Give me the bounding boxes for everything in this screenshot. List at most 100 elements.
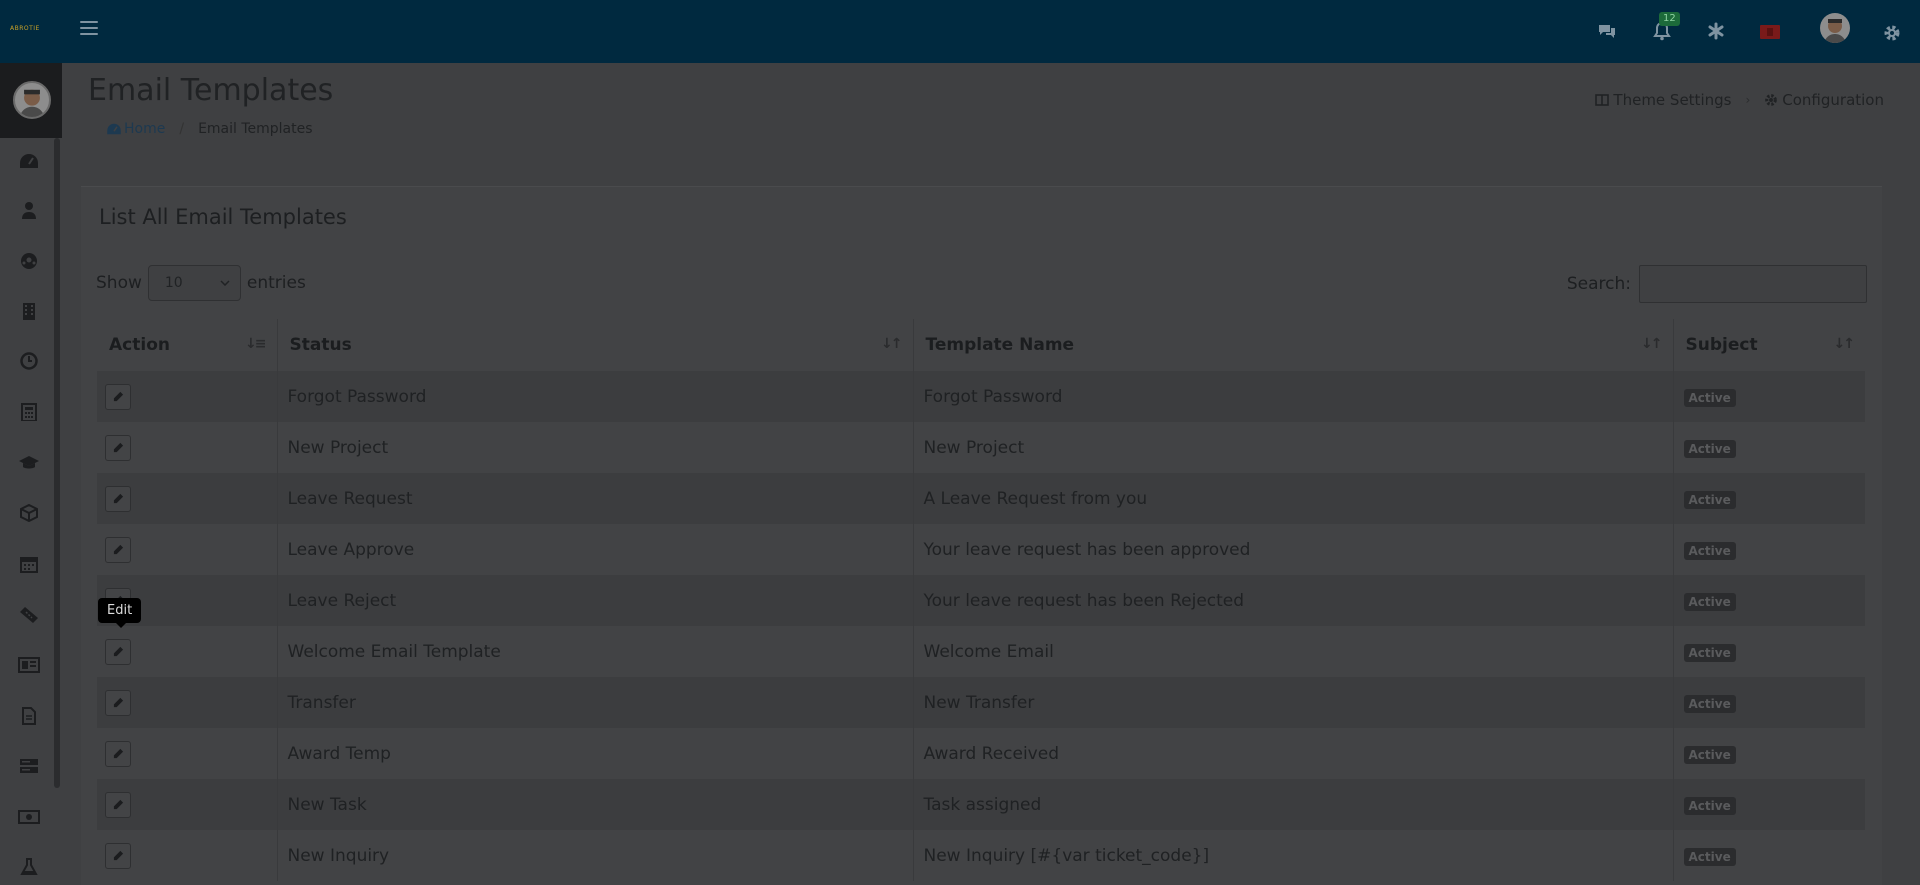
- table-row: New Project New Project Active: [97, 422, 1865, 473]
- edit-button[interactable]: [105, 740, 131, 767]
- status-badge: Active: [1683, 796, 1736, 815]
- dashboard-icon[interactable]: [17, 149, 41, 173]
- status-cell: Leave Approve: [277, 524, 914, 575]
- status-cell: New Inquiry: [277, 830, 914, 881]
- status-cell: Leave Reject: [277, 575, 914, 626]
- chevron-down-icon: [220, 280, 230, 286]
- sort-icon: ↓≡: [245, 336, 267, 352]
- sort-icon: ↓↑: [1833, 336, 1856, 352]
- sort-icon: ↓↑: [881, 336, 903, 352]
- status-cell: Leave Request: [277, 473, 914, 524]
- dashboard-icon: [107, 123, 121, 135]
- columns-icon: [1595, 94, 1610, 106]
- column-header-action[interactable]: Action ↓≡: [97, 319, 278, 371]
- subject-cell: Active: [1673, 626, 1865, 677]
- ticket-icon[interactable]: [17, 603, 41, 627]
- id-card-icon[interactable]: [17, 653, 41, 677]
- action-cell: [97, 473, 278, 524]
- page-title: Email Templates: [88, 73, 334, 108]
- table-row: Leave Approve Your leave request has been…: [97, 524, 1865, 575]
- status-badge: Active: [1683, 847, 1736, 866]
- template-name-cell: Your leave request has been approved: [913, 524, 1674, 575]
- breadcrumb: Home / Email Templates: [106, 121, 313, 137]
- edit-button[interactable]: [105, 536, 131, 563]
- calculator-icon[interactable]: [17, 400, 41, 424]
- subject-cell: Active: [1673, 575, 1865, 626]
- top-navbar: ABROTIE 12: [0, 0, 1920, 63]
- menu-toggle-button[interactable]: [80, 21, 98, 35]
- subject-cell: Active: [1673, 473, 1865, 524]
- table-row: Forgot Password Forgot Password Active: [97, 371, 1865, 422]
- status-cell: Transfer: [277, 677, 914, 728]
- box-icon[interactable]: [17, 501, 41, 525]
- pencil-icon: [113, 442, 123, 453]
- user-icon[interactable]: [17, 198, 41, 222]
- calendar-icon[interactable]: [17, 552, 41, 576]
- table-row: Welcome Email Template Welcome Email Activ…: [97, 626, 1865, 677]
- flask-icon[interactable]: [17, 855, 41, 879]
- template-name-cell: Forgot Password: [913, 371, 1674, 422]
- edit-button[interactable]: [105, 485, 131, 512]
- edit-button[interactable]: [105, 638, 131, 665]
- search-control: Search:: [1567, 265, 1867, 303]
- configuration-link[interactable]: Configuration: [1764, 91, 1884, 109]
- sidebar-scrollbar[interactable]: [54, 138, 60, 788]
- pencil-icon: [113, 697, 123, 708]
- asterisk-icon[interactable]: [1703, 18, 1729, 44]
- table-row: Leave Reject Your leave request has been …: [97, 575, 1865, 626]
- status-badge: Active: [1683, 745, 1736, 764]
- template-name-cell: A Leave Request from you: [913, 473, 1674, 524]
- graduation-icon[interactable]: [17, 451, 41, 475]
- sidebar-profile: [0, 63, 62, 138]
- action-cell: [97, 779, 278, 830]
- table-row: New Inquiry New Inquiry [#{var ticket_cod…: [97, 830, 1865, 881]
- edit-button[interactable]: [105, 383, 131, 410]
- app-logo[interactable]: ABROTIE: [10, 25, 54, 37]
- entries-select[interactable]: 10: [147, 265, 241, 301]
- status-cell: New Project: [277, 422, 914, 473]
- notification-count-badge: 12: [1659, 12, 1680, 26]
- building-icon[interactable]: [17, 299, 41, 323]
- table-row: New Task Task assigned Active: [97, 779, 1865, 830]
- gear-icon[interactable]: [1879, 20, 1905, 46]
- column-header-subject[interactable]: Subject ↓↑: [1673, 319, 1865, 371]
- template-name-cell: Your leave request has been Rejected: [913, 575, 1674, 626]
- pencil-icon: [113, 748, 123, 759]
- search-input[interactable]: [1639, 265, 1867, 303]
- status-badge: Active: [1683, 592, 1736, 611]
- action-cell: [97, 371, 278, 422]
- sidebar-avatar[interactable]: [13, 81, 51, 119]
- breadcrumb-current: Email Templates: [198, 121, 313, 137]
- soccer-icon[interactable]: [17, 249, 41, 273]
- status-cell: Award Temp: [277, 728, 914, 779]
- card-title: List All Email Templates: [99, 205, 347, 229]
- status-badge: Active: [1683, 694, 1736, 713]
- breadcrumb-home[interactable]: Home: [106, 121, 165, 137]
- edit-button[interactable]: [105, 791, 131, 818]
- edit-button[interactable]: [105, 434, 131, 461]
- edit-button[interactable]: [105, 842, 131, 869]
- action-cell: [97, 830, 278, 881]
- subject-cell: Active: [1673, 422, 1865, 473]
- document-icon[interactable]: [17, 704, 41, 728]
- flag-icon[interactable]: [1760, 25, 1780, 39]
- chat-icon[interactable]: [1594, 18, 1620, 44]
- table-row: Leave Request A Leave Request from you Act…: [97, 473, 1865, 524]
- theme-settings-link[interactable]: Theme Settings: [1595, 91, 1731, 109]
- status-badge: Active: [1683, 388, 1736, 407]
- money-icon[interactable]: [17, 805, 41, 829]
- template-name-cell: Welcome Email: [913, 626, 1674, 677]
- pencil-icon: [113, 544, 123, 555]
- edit-button[interactable]: [105, 689, 131, 716]
- pencil-icon: [113, 391, 123, 402]
- status-badge: Active: [1683, 541, 1736, 560]
- user-avatar[interactable]: [1820, 13, 1850, 43]
- status-badge: Active: [1683, 439, 1736, 458]
- column-header-status[interactable]: Status ↓↑: [277, 319, 914, 371]
- status-cell: Welcome Email Template: [277, 626, 914, 677]
- server-icon[interactable]: [17, 754, 41, 778]
- column-header-template-name[interactable]: Template Name ↓↑: [913, 319, 1674, 371]
- table-header-row: Action ↓≡ Status ↓↑ Template Name ↓↑ Subjec…: [97, 319, 1865, 371]
- subject-cell: Active: [1673, 524, 1865, 575]
- clock-icon[interactable]: [17, 349, 41, 373]
